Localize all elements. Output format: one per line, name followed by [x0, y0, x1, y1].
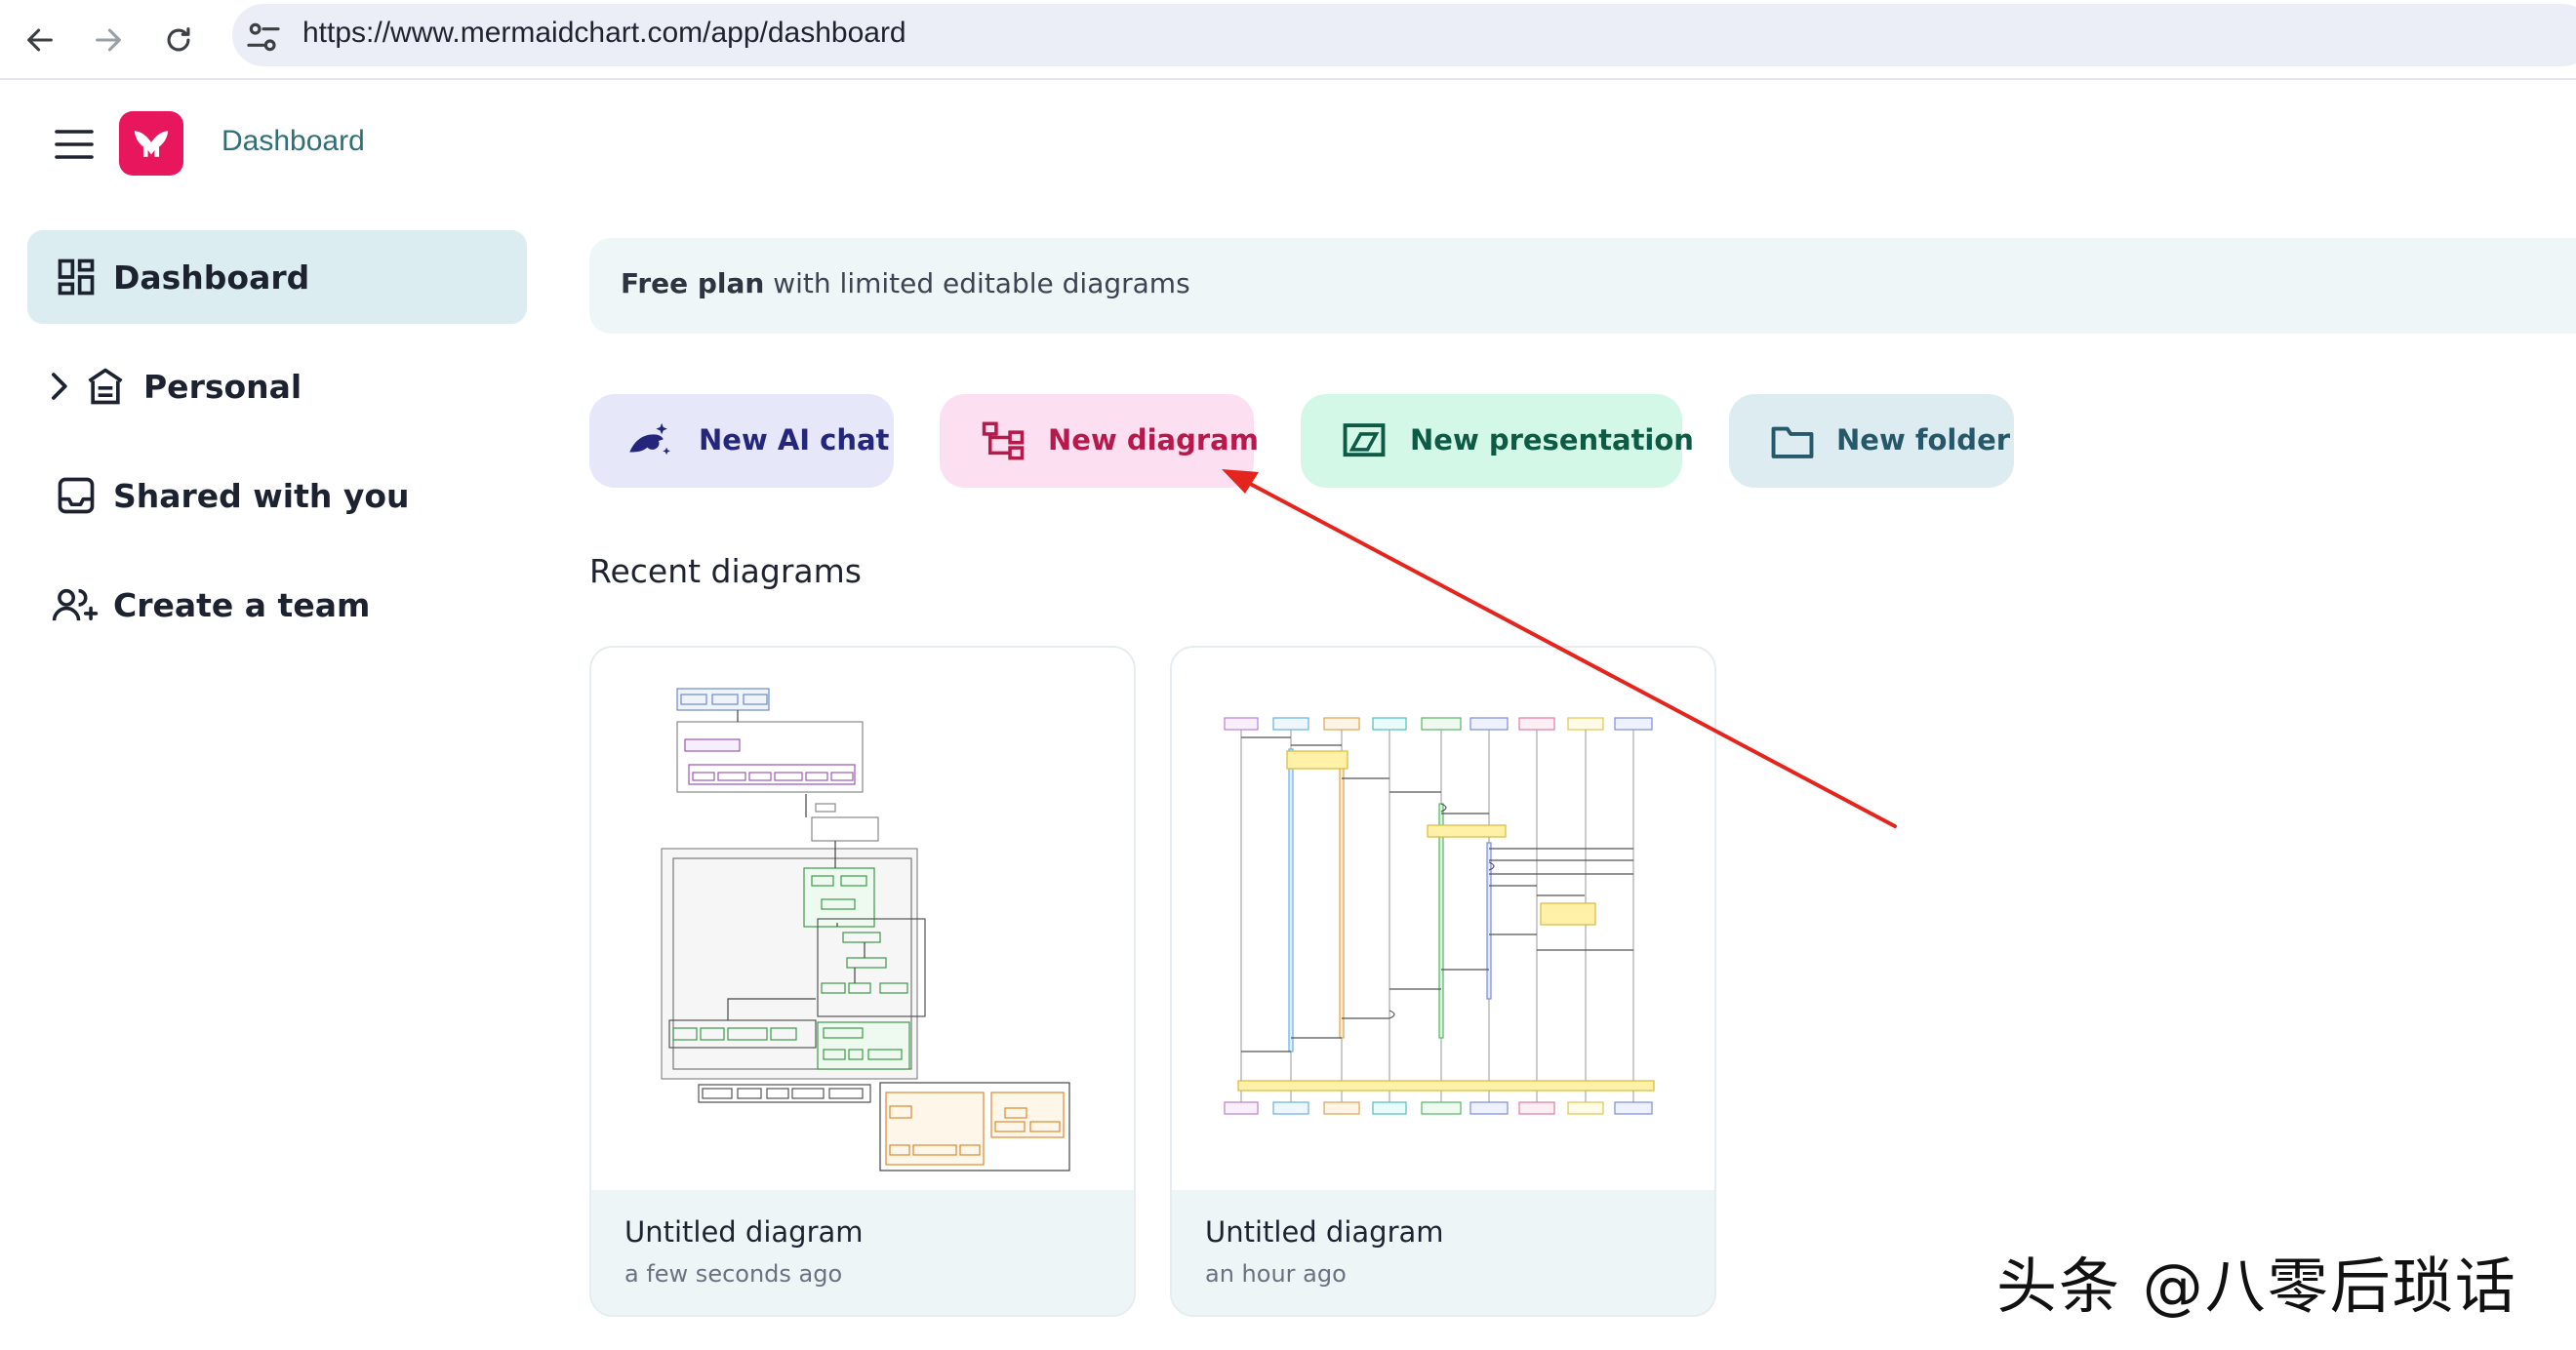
reload-icon — [167, 27, 190, 52]
new-diagram-label: New diagram — [1048, 423, 1259, 457]
chevron-right-icon[interactable] — [47, 370, 70, 403]
presentation-icon — [1343, 423, 1386, 457]
browser-toolbar: https://www.mermaidchart.com/app/dashboa… — [0, 0, 2576, 80]
new-ai-chat-button[interactable]: New AI chat — [589, 394, 894, 488]
diagram-thumbnail-flowchart[interactable] — [591, 648, 1134, 1190]
sidebar-item-personal[interactable]: Personal — [27, 339, 527, 433]
sidebar-item-create-team[interactable]: Create a team — [27, 558, 527, 652]
new-folder-button[interactable]: New folder — [1729, 394, 2014, 488]
diagram-timestamp: a few seconds ago — [624, 1260, 843, 1288]
recent-diagrams-heading: Recent diagrams — [589, 552, 862, 590]
forward-button[interactable] — [84, 16, 133, 64]
diagram-card-meta — [1172, 1190, 1714, 1315]
new-presentation-label: New presentation — [1410, 423, 1694, 457]
diagram-card[interactable]: Untitled diagram an hour ago — [1170, 646, 1716, 1317]
watermark: 头条 @八零后琐话 — [1996, 1251, 2517, 1322]
inbox-icon — [58, 477, 95, 514]
plan-name: Free plan — [621, 267, 765, 299]
home-stack-icon — [88, 368, 123, 405]
diagram-title[interactable]: Untitled diagram — [624, 1215, 864, 1249]
site-info-button[interactable] — [244, 18, 283, 57]
sidebar-item-label: Personal — [143, 367, 302, 406]
sidebar-item-label: Shared with you — [113, 476, 410, 515]
folder-icon — [1771, 426, 1814, 458]
sidebar-item-shared-with-you[interactable]: Shared with you — [27, 449, 527, 542]
diagram-thumbnail-sequence[interactable] — [1172, 648, 1714, 1190]
new-presentation-button[interactable]: New presentation — [1301, 394, 1694, 488]
add-user-icon — [52, 588, 99, 621]
breadcrumb[interactable]: Dashboard — [221, 125, 365, 158]
new-diagram-button[interactable]: New diagram — [940, 394, 1259, 488]
sidebar-item-label: Create a team — [113, 585, 371, 624]
diagram-title[interactable]: Untitled diagram — [1205, 1215, 1444, 1249]
new-ai-chat-label: New AI chat — [699, 423, 890, 457]
arrow-right-icon — [96, 28, 121, 52]
url-text[interactable]: https://www.mermaidchart.com/app/dashboa… — [302, 17, 906, 50]
plan-banner-text: Free plan with limited editable diagrams — [621, 267, 1190, 299]
reload-button[interactable] — [154, 16, 203, 64]
new-folder-label: New folder — [1836, 423, 2011, 457]
tune-icon — [247, 22, 280, 52]
plan-description: with limited editable diagrams — [764, 267, 1190, 299]
ai-chat-icon — [629, 422, 670, 456]
sidebar-item-dashboard[interactable]: Dashboard — [27, 230, 527, 324]
sidebar-item-label: Dashboard — [113, 258, 310, 297]
arrow-left-icon — [27, 28, 53, 52]
hamburger-menu-icon[interactable] — [55, 127, 94, 162]
diagram-icon — [982, 421, 1025, 460]
dashboard-grid-icon — [58, 258, 95, 296]
diagram-card[interactable]: Untitled diagram a few seconds ago — [589, 646, 1136, 1317]
back-button[interactable] — [16, 16, 64, 64]
diagram-timestamp: an hour ago — [1205, 1260, 1347, 1288]
mermaid-logo-icon[interactable] — [119, 111, 183, 176]
diagram-card-meta — [591, 1190, 1134, 1315]
